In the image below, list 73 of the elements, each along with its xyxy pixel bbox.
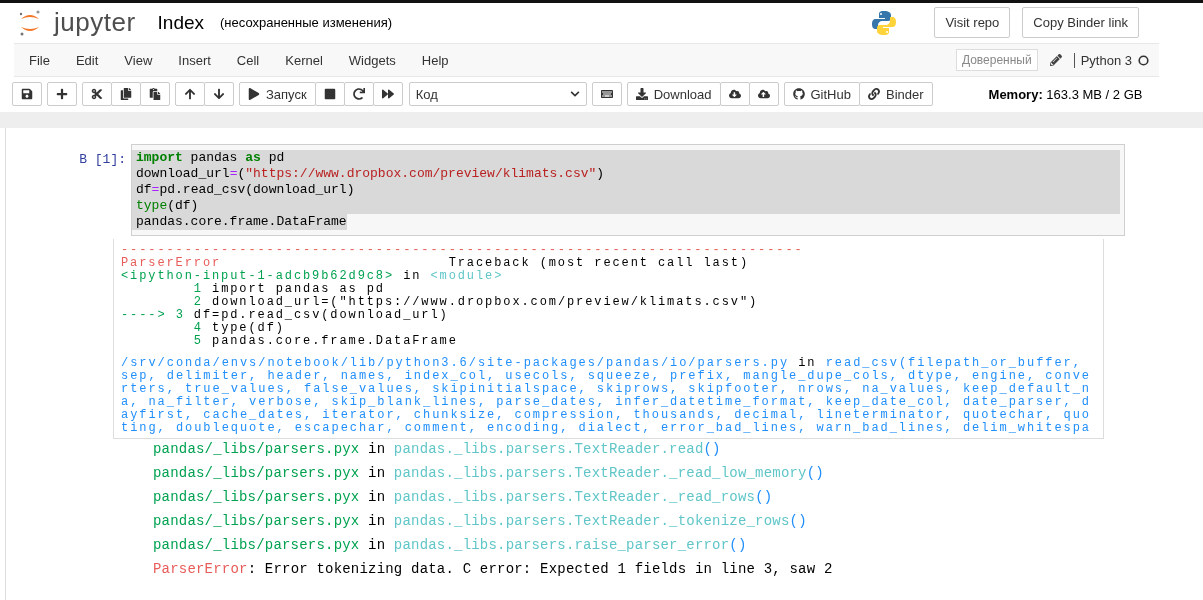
restart-icon (352, 88, 365, 100)
menu-item[interactable]: Help (408, 52, 462, 68)
traceback-frame: pandas/_libs/parsers.pyx in pandas._libs.parsers.TextReader.read() (153, 441, 1203, 457)
toolbar-button[interactable] (719, 82, 750, 106)
cell-type-select[interactable]: Код (408, 82, 587, 106)
menu-item[interactable]: Insert (165, 52, 224, 68)
scissors-icon (91, 88, 103, 100)
python-logo-icon (870, 8, 899, 37)
plus-icon (56, 88, 68, 100)
cloud-upload-icon (757, 88, 770, 100)
menu-item[interactable]: File (16, 52, 63, 68)
github-icon (792, 88, 805, 100)
notebook-name[interactable]: Index (157, 11, 205, 34)
code-editor[interactable]: import pandas as pd download_url=("https://www.dropbox.com/preview/klimats.csv") df=pd.read_csv(download_url) type(df) pandas.core.frame.DataFrame (131, 144, 1125, 236)
memory-usage: Memory: 163.3 MB / 2 GB (988, 86, 1143, 102)
divider-dashes: --------------------------------------------------------------------------- (121, 244, 805, 257)
cloud-download-icon (728, 88, 741, 100)
menu-item[interactable]: Edit (62, 52, 112, 68)
toolbar-button[interactable]: Download (626, 82, 721, 106)
toolbar-button[interactable] (343, 82, 374, 106)
toolbar-button[interactable] (175, 82, 205, 106)
header-button[interactable]: Copy Binder link (1022, 7, 1139, 38)
arrow-up-icon (184, 88, 196, 100)
toolbar-button[interactable]: GitHub (783, 82, 860, 106)
toolbar-button[interactable] (314, 82, 345, 106)
stop-icon (323, 88, 336, 100)
toolbar-button[interactable] (372, 82, 403, 106)
traceback-frame: pandas/_libs/parsers.pyx in pandas._libs.parsers.TextReader._read_rows() (153, 489, 1203, 505)
toolbar-button[interactable] (591, 82, 622, 106)
fast-forward-icon (381, 88, 394, 100)
toolbar-button[interactable]: Binder (858, 82, 933, 106)
source-line: 1 import pandas as pd (192, 283, 386, 296)
input-prompt: В [1]: (78, 151, 127, 167)
kernel-name[interactable]: Python 3 (1073, 52, 1132, 68)
circle-icon (1138, 54, 1149, 66)
header-button[interactable]: Visit repo (934, 7, 1011, 38)
arrow-down-icon (213, 88, 225, 100)
menu-item[interactable]: Widgets (335, 52, 409, 68)
toolbar-button[interactable] (111, 82, 141, 106)
link-icon (867, 88, 880, 100)
toolbar-button[interactable]: Запуск (239, 82, 316, 106)
traceback-frame: <ipython-input-1-adcb9b62d9c8> in <module> (121, 270, 1097, 283)
menu-item[interactable]: Kernel (272, 52, 336, 68)
toolbar-button[interactable] (748, 82, 779, 106)
toolbar-button[interactable] (204, 82, 234, 106)
save-status: (несохраненные изменения) (220, 15, 393, 30)
download-icon (635, 88, 648, 100)
error-message: ParserError: Error tokenizing data. C error: Expected 1 fields in line 3, saw 2 (153, 561, 834, 577)
chevron-down-icon (569, 89, 580, 99)
copy-icon (120, 88, 132, 100)
pencil-icon[interactable] (1049, 54, 1062, 66)
traceback-frame: pandas/_libs/parsers.pyx in pandas._libs.parsers.raise_parser_error() (153, 537, 1203, 553)
menu-item[interactable]: View (111, 52, 166, 68)
jupyter-logo-text: jupyter (54, 7, 136, 38)
play-icon (248, 88, 260, 100)
toolbar-button[interactable] (47, 82, 77, 106)
save-icon (21, 88, 33, 100)
source-line: ----> 3 df=pd.read_csv(download_url) (121, 309, 450, 322)
trusted-badge[interactable]: Доверенный (955, 49, 1038, 71)
traceback-frame: pandas/_libs/parsers.pyx in pandas._libs.parsers.TextReader._tokenize_rows() (153, 513, 1203, 529)
toolbar-button[interactable] (82, 82, 112, 106)
source-line: 5 pandas.core.frame.DataFrame (192, 335, 459, 348)
source-line: 4 type(df) (192, 322, 286, 335)
toolbar-button[interactable] (12, 82, 42, 106)
paste-icon (149, 88, 161, 100)
keyboard-icon (600, 88, 613, 100)
traceback-header: ParserError Traceback (most recent call last) (121, 257, 750, 270)
menu-item[interactable]: Cell (223, 52, 273, 68)
traceback-frame: pandas/_libs/parsers.pyx in pandas._libs.parsers.TextReader._read_low_memory() (153, 465, 1203, 481)
toolbar-button[interactable] (140, 82, 170, 106)
jupyter-logo-icon (18, 8, 42, 37)
source-line: 2 download_url=("https://www.dropbox.com/preview/klimats.csv") (192, 296, 760, 309)
traceback-location: /srv/conda/envs/notebook/lib/python3.6/site-packages/pandas/io/parsers.py in read_csv(filepath_or_buffer, sep, delimiter, header, names, index_col, usecols, squeeze, prefix, mangle_dupe_cols, dtype, engine, converters, true_values, false_values, skipinitialspace, skiprows, skipfooter, nrows, na_values, keep_default_na, na_filter, verbose, skip_blank_lines, parse_dates, infer_datetime_format, keep_date_col, date_parser, dayfirst, cache_dates, iterator, chunksize, compression, thousands, decimal, lineterminator, quotechar, quoting, doublequote, escapechar, comment, encoding, dialect, error_bad_lines, warn_bad_lines, delim_whitespa (121, 357, 1093, 435)
